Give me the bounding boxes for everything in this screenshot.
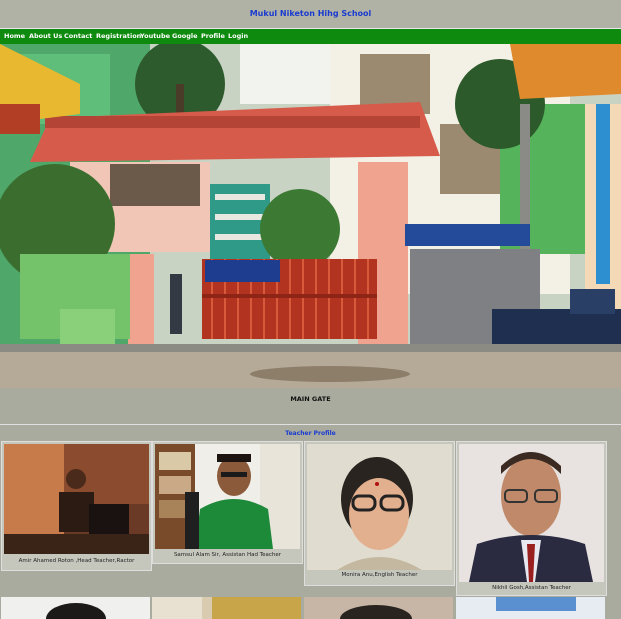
teacher-card-partial[interactable] xyxy=(304,597,453,619)
teacher-card-partial[interactable] xyxy=(1,597,150,619)
main-nav: Home About Us Contact Registration Youtu… xyxy=(0,29,621,44)
nav-home[interactable]: Home xyxy=(4,32,25,40)
nav-registration[interactable]: Registration xyxy=(96,32,141,40)
hero-caption: MAIN GATE xyxy=(290,395,331,403)
nav-contact[interactable]: Contact xyxy=(64,32,92,40)
teacher-profile-heading: Teacher Profile xyxy=(285,430,336,437)
page: Mukul Niketon Hihg School Home About Us … xyxy=(0,0,621,619)
site-title: Mukul Niketon Hihg School xyxy=(249,9,372,18)
teacher-name: Samsul Alam Sir, Assistan Had Teacher xyxy=(173,552,282,558)
teacher-profile-section-header: Teacher Profile xyxy=(0,425,621,441)
nav-google[interactable]: Google xyxy=(172,32,198,40)
teacher-name: Nikhil Gosh,Assistan Teacher xyxy=(492,585,571,591)
hero-caption-bar: MAIN GATE xyxy=(0,388,621,425)
teacher-card-partial[interactable] xyxy=(152,597,301,619)
teacher-photo xyxy=(155,444,300,549)
nav-about-us[interactable]: About Us xyxy=(29,32,62,40)
teacher-photo xyxy=(459,444,604,582)
nav-login[interactable]: Login xyxy=(228,32,248,40)
teacher-card-partial[interactable] xyxy=(456,597,605,619)
nav-youtube[interactable]: Youtube xyxy=(140,32,170,40)
teacher-card[interactable]: Monira Anu,English Teacher xyxy=(304,441,455,586)
teacher-name: Monira Anu,English Teacher xyxy=(341,572,418,578)
teacher-photo xyxy=(4,444,149,554)
teacher-card[interactable]: Nikhil Gosh,Assistan Teacher xyxy=(456,441,607,596)
teacher-name: Amir Ahamed Roton ,Head Teacher,Ractor xyxy=(18,558,135,564)
teacher-card[interactable]: Amir Ahamed Roton ,Head Teacher,Ractor xyxy=(1,441,152,571)
teacher-photo xyxy=(307,444,452,570)
nav-profile[interactable]: Profile xyxy=(201,32,225,40)
site-header: Mukul Niketon Hihg School xyxy=(0,0,621,29)
teacher-card[interactable]: Samsul Alam Sir, Assistan Had Teacher xyxy=(152,441,303,564)
hero-image-main-gate xyxy=(0,44,621,388)
